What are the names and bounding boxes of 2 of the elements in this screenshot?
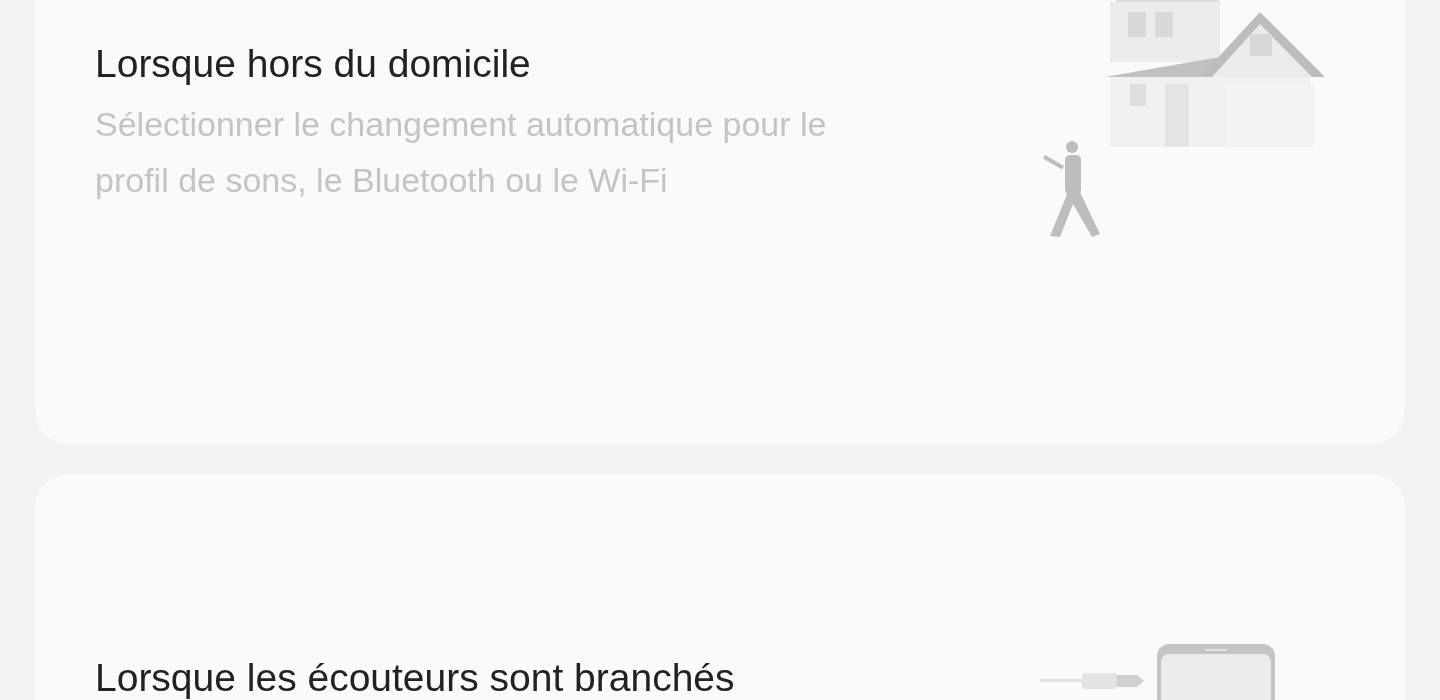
card-title: Lorsque les écouteurs sont branchés bbox=[95, 655, 735, 700]
card-title: Lorsque hors du domicile bbox=[95, 41, 532, 87]
